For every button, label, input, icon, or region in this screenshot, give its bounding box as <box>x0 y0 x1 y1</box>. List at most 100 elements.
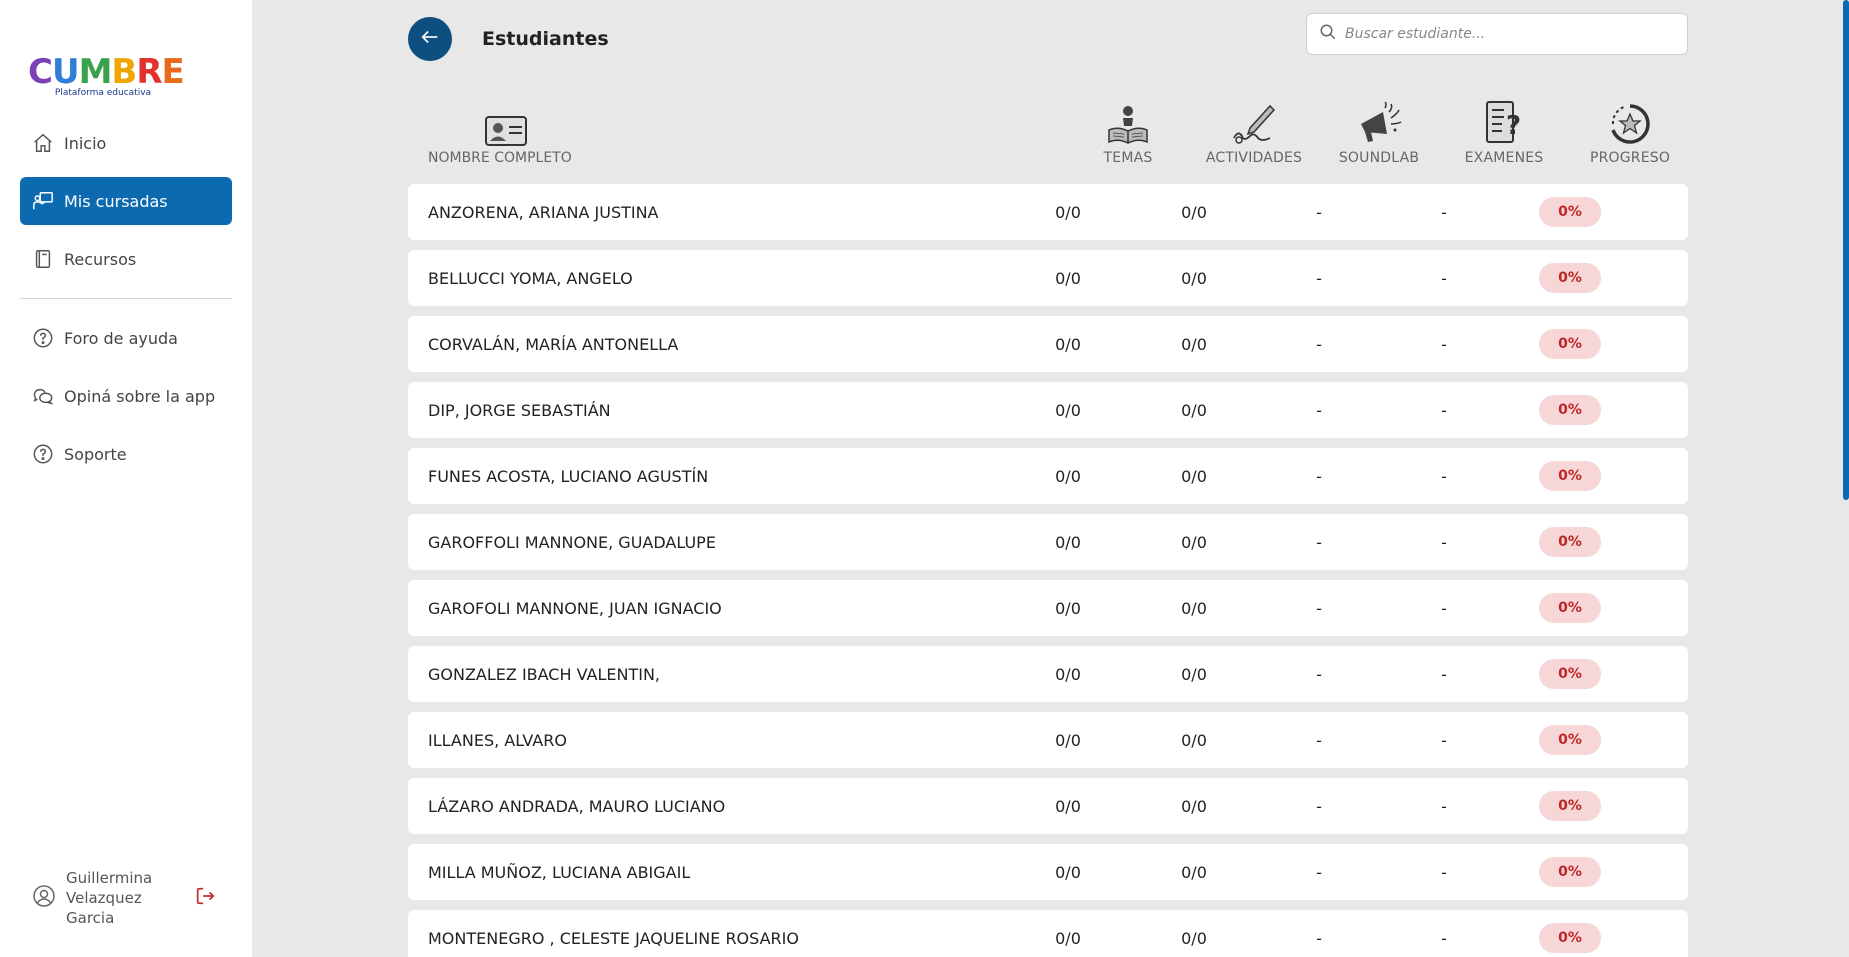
table-row[interactable]: DIP, JORGE SEBASTIÁN 0/0 0/0 - - 0% <box>408 382 1688 438</box>
student-name: LÁZARO ANDRADA, MAURO LUCIANO <box>428 796 726 816</box>
student-name: MILLA MUÑOZ, LUCIANA ABIGAIL <box>428 862 691 882</box>
progress-badge: 0% <box>1539 923 1601 953</box>
logo-letter: B <box>111 52 137 92</box>
students-table: ANZORENA, ARIANA JUSTINA 0/0 0/0 - - 0% BELLUC… <box>408 184 1688 957</box>
table-row[interactable]: LÁZARO ANDRADA, MAURO LUCIANO 0/0 0/0 - - 0% <box>408 778 1688 834</box>
back-button[interactable] <box>408 17 452 61</box>
table-row[interactable]: BELLUCCI YOMA, ANGELO 0/0 0/0 - - 0% <box>408 250 1688 306</box>
help-circle-icon <box>32 443 54 465</box>
cell-actividades: 0/0 <box>1181 928 1207 948</box>
table-row[interactable]: FUNES ACOSTA, LUCIANO AGUSTÍN 0/0 0/0 - - 0% <box>408 448 1688 504</box>
cell-soundlab: - <box>1316 334 1322 354</box>
table-row[interactable]: GAROFOLI MANNONE, JUAN IGNACIO 0/0 0/0 - - 0% <box>408 580 1688 636</box>
progress-badge: 0% <box>1539 461 1601 491</box>
sidebar-divider <box>20 298 232 299</box>
cell-progreso: 0% <box>1510 791 1630 821</box>
user-circle-icon <box>32 884 56 912</box>
sidebar-item-foro-de-ayuda[interactable]: Foro de ayuda <box>20 314 232 362</box>
sidebar-item-soporte[interactable]: Soporte <box>20 430 232 478</box>
column-header-temas: TEMAS <box>1068 96 1188 166</box>
cumbre-logo[interactable]: CUMBRE Plataforma educativa <box>28 52 185 100</box>
sidebar-item-mis-cursadas[interactable]: Mis cursadas <box>20 177 232 225</box>
student-name: DIP, JORGE SEBASTIÁN <box>428 400 611 420</box>
column-header-actividades: ACTIVIDADES <box>1194 96 1314 166</box>
student-name: ANZORENA, ARIANA JUSTINA <box>428 202 659 222</box>
progress-badge: 0% <box>1539 527 1601 557</box>
sidebar-item-recursos[interactable]: Recursos <box>20 235 232 283</box>
cell-examenes: - <box>1441 532 1447 552</box>
cell-progreso: 0% <box>1510 857 1630 887</box>
chat-bubbles-icon <box>32 385 54 407</box>
column-header-soundlab: SOUNDLAB <box>1319 96 1439 166</box>
user-name: Guillermina Velazquez Garcia <box>66 869 153 927</box>
cell-progreso: 0% <box>1510 527 1630 557</box>
progress-badge: 0% <box>1539 857 1601 887</box>
cell-soundlab: - <box>1316 532 1322 552</box>
cell-soundlab: - <box>1316 664 1322 684</box>
table-row[interactable]: ILLANES, ALVARO 0/0 0/0 - - 0% <box>408 712 1688 768</box>
progress-badge: 0% <box>1539 263 1601 293</box>
logo-letter: M <box>78 52 113 92</box>
logo-wordmark: CUMBRE <box>28 52 185 92</box>
column-header-examenes: ? EXAMENES <box>1444 96 1564 166</box>
cell-progreso: 0% <box>1510 395 1630 425</box>
cell-soundlab: - <box>1316 268 1322 288</box>
search-box[interactable] <box>1306 13 1688 55</box>
cell-progreso: 0% <box>1510 329 1630 359</box>
table-row[interactable]: GAROFFOLI MANNONE, GUADALUPE 0/0 0/0 - - 0% <box>408 514 1688 570</box>
progress-star-icon <box>1570 96 1690 146</box>
student-name: GAROFOLI MANNONE, JUAN IGNACIO <box>428 598 722 618</box>
cell-progreso: 0% <box>1510 923 1630 953</box>
table-row[interactable]: ANZORENA, ARIANA JUSTINA 0/0 0/0 - - 0% <box>408 184 1688 240</box>
column-header-progreso: PROGRESO <box>1570 96 1690 166</box>
cell-examenes: - <box>1441 334 1447 354</box>
cell-soundlab: - <box>1316 862 1322 882</box>
table-row[interactable]: MONTENEGRO , CELESTE JAQUELINE ROSARIO 0/… <box>408 910 1688 957</box>
cell-progreso: 0% <box>1510 593 1630 623</box>
sidebar-item-opina[interactable]: Opiná sobre la app <box>20 372 232 420</box>
cell-soundlab: - <box>1316 400 1322 420</box>
progress-badge: 0% <box>1539 593 1601 623</box>
table-row[interactable]: MILLA MUÑOZ, LUCIANA ABIGAIL 0/0 0/0 - - 0% <box>408 844 1688 900</box>
cell-examenes: - <box>1441 796 1447 816</box>
book-icon <box>32 248 54 270</box>
cell-examenes: - <box>1441 466 1447 486</box>
table-row[interactable]: CORVALÁN, MARÍA ANTONELLA 0/0 0/0 - - 0% <box>408 316 1688 372</box>
cell-progreso: 0% <box>1510 659 1630 689</box>
exam-sheet-icon: ? <box>1444 96 1564 146</box>
cell-progreso: 0% <box>1510 197 1630 227</box>
cell-soundlab: - <box>1316 466 1322 486</box>
column-label-progreso: PROGRESO <box>1589 150 1671 166</box>
logo-letter: E <box>161 52 185 92</box>
progress-badge: 0% <box>1539 791 1601 821</box>
reading-icon <box>1068 96 1188 146</box>
cell-soundlab: - <box>1316 202 1322 222</box>
logo-letter: C <box>28 52 53 92</box>
scrollbar-thumb[interactable] <box>1843 0 1849 500</box>
logout-icon[interactable] <box>194 885 216 911</box>
cell-temas: 0/0 <box>1055 862 1081 882</box>
cell-examenes: - <box>1441 862 1447 882</box>
cell-actividades: 0/0 <box>1181 268 1207 288</box>
cell-examenes: - <box>1441 202 1447 222</box>
cell-examenes: - <box>1441 400 1447 420</box>
cell-examenes: - <box>1441 268 1447 288</box>
student-name: BELLUCCI YOMA, ANGELO <box>428 268 633 288</box>
cell-soundlab: - <box>1316 928 1322 948</box>
table-row[interactable]: GONZALEZ IBACH VALENTIN, 0/0 0/0 - - 0% <box>408 646 1688 702</box>
cell-soundlab: - <box>1316 796 1322 816</box>
cell-progreso: 0% <box>1510 461 1630 491</box>
search-input[interactable] <box>1345 26 1665 42</box>
cell-examenes: - <box>1441 664 1447 684</box>
cell-temas: 0/0 <box>1055 598 1081 618</box>
cell-temas: 0/0 <box>1055 796 1081 816</box>
cell-actividades: 0/0 <box>1181 466 1207 486</box>
page-title: Estudiantes <box>482 28 609 50</box>
column-label-soundlab: SOUNDLAB <box>1338 150 1420 166</box>
column-label-examenes: EXAMENES <box>1464 150 1544 166</box>
progress-badge: 0% <box>1539 197 1601 227</box>
cell-temas: 0/0 <box>1055 730 1081 750</box>
progress-badge: 0% <box>1539 659 1601 689</box>
search-icon <box>1319 23 1337 45</box>
logo-letter: U <box>51 52 80 92</box>
